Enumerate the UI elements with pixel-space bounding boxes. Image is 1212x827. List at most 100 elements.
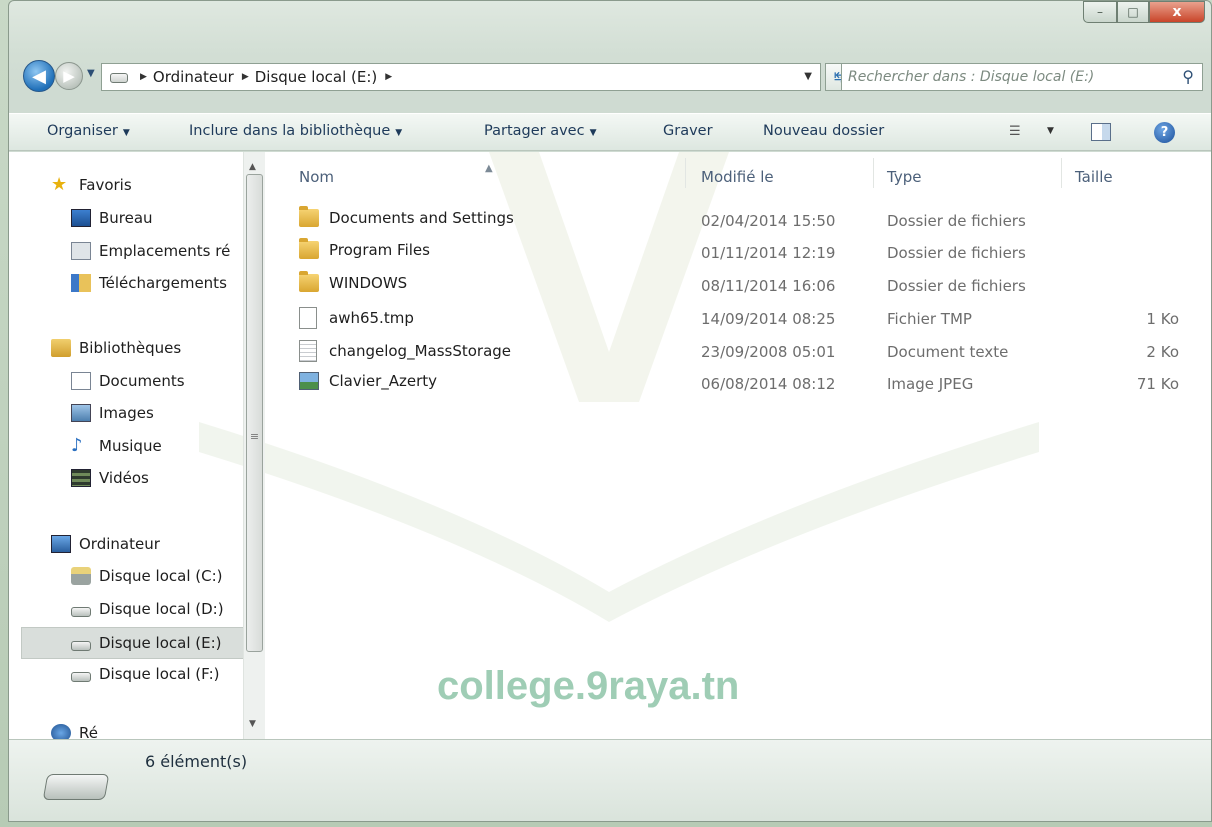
sidebar-item-drive-d[interactable]: Disque local (D:) — [71, 600, 224, 618]
chevron-right-icon[interactable]: ▶ — [385, 72, 392, 82]
drive-icon — [71, 641, 91, 651]
column-divider[interactable] — [685, 158, 686, 188]
share-menu[interactable]: Partager avec ▼ — [484, 123, 597, 139]
sidebar-item-drive-e[interactable]: Disque local (E:) — [21, 627, 243, 659]
sidebar-item-recent-places[interactable]: Emplacements ré — [71, 242, 230, 260]
sidebar-item-favorites[interactable]: ★ Favoris — [51, 176, 132, 195]
drive-icon — [110, 73, 128, 83]
sidebar-item-documents[interactable]: Documents — [71, 372, 185, 390]
maximize-button[interactable]: □ — [1117, 1, 1149, 23]
file-date: 14/09/2014 08:25 — [701, 310, 836, 328]
downloads-folder-icon — [71, 274, 91, 292]
file-date: 06/08/2014 08:12 — [701, 375, 836, 393]
sidebar-item-label: Emplacements ré — [99, 242, 231, 260]
sidebar-item-label: Vidéos — [99, 469, 149, 487]
chevron-down-icon: ▼ — [122, 128, 130, 138]
breadcrumb-drive-e[interactable]: Disque local (E:) — [255, 68, 378, 86]
file-size: 1 Ko — [1146, 310, 1179, 328]
folder-icon — [299, 206, 319, 227]
file-type: Fichier TMP — [887, 310, 972, 328]
folder-icon — [299, 238, 319, 259]
sidebar-item-libraries[interactable]: Bibliothèques — [51, 339, 181, 357]
column-header-name[interactable]: Nom — [299, 168, 334, 186]
organise-label: Organiser — [47, 123, 118, 139]
column-header-type[interactable]: Type — [887, 168, 921, 186]
file-row[interactable]: awh65.tmp 14/09/2014 08:25 Fichier TMP 1… — [299, 302, 1189, 332]
file-row[interactable]: Program Files 01/11/2014 12:19 Dossier d… — [299, 236, 1189, 266]
sidebar-item-videos[interactable]: Vidéos — [71, 469, 149, 487]
sidebar-item-label: Bibliothèques — [79, 339, 182, 357]
drive-icon — [42, 774, 110, 800]
watermark-text: college.9raya.tn — [437, 664, 740, 708]
burn-button[interactable]: Graver — [663, 123, 713, 139]
close-button[interactable]: x — [1149, 1, 1205, 23]
forward-button[interactable]: ▶ — [55, 62, 83, 90]
file-name: Program Files — [329, 241, 430, 259]
file-row[interactable]: Documents and Settings 02/04/2014 15:50 … — [299, 204, 1189, 234]
computer-icon — [51, 535, 71, 553]
navigation-bar: ◀ ▶ ▼ ▶ Ordinateur ▶ Disque local (E:) ▶… — [9, 57, 1211, 97]
videos-icon — [71, 469, 91, 487]
sidebar-item-label: Disque local (D:) — [99, 600, 224, 618]
sidebar-item-drive-f[interactable]: Disque local (F:) — [71, 665, 220, 683]
sidebar-item-images[interactable]: Images — [71, 404, 154, 422]
sidebar-item-desktop[interactable]: Bureau — [71, 209, 153, 227]
item-count: 6 élément(s) — [145, 752, 248, 771]
search-input[interactable]: Rechercher dans : Disque local (E:) ⚲ — [841, 63, 1203, 91]
sidebar-item-label: Ré — [79, 724, 98, 739]
preview-pane-icon[interactable] — [1091, 123, 1111, 141]
sidebar-item-computer[interactable]: Ordinateur — [51, 535, 160, 553]
grip-icon: ≡ — [249, 430, 260, 443]
file-type: Document texte — [887, 343, 1009, 361]
history-dropdown-icon[interactable]: ▼ — [87, 68, 95, 79]
column-divider[interactable] — [873, 158, 874, 188]
column-header-size[interactable]: Taille — [1075, 168, 1113, 186]
address-bar[interactable]: ▶ Ordinateur ▶ Disque local (E:) ▶ ▼ — [101, 63, 821, 91]
content-area: ★ Favoris Bureau Emplacements ré Télécha… — [9, 152, 1211, 739]
sidebar-item-label: Disque local (F:) — [99, 665, 220, 683]
include-library-menu[interactable]: Inclure dans la bibliothèque ▼ — [189, 123, 402, 139]
views-icon[interactable]: ☰ — [1009, 124, 1021, 139]
file-name: awh65.tmp — [329, 309, 414, 327]
share-label: Partager avec — [484, 123, 585, 139]
sidebar-item-drive-c[interactable]: Disque local (C:) — [71, 567, 223, 585]
back-button[interactable]: ◀ — [23, 60, 55, 92]
file-icon — [299, 307, 317, 329]
sidebar-item-label: Disque local (E:) — [99, 634, 222, 652]
breadcrumb-computer[interactable]: Ordinateur — [153, 68, 234, 86]
explorer-window: – □ x ◀ ▶ ▼ ▶ Ordinateur ▶ Disque local … — [8, 0, 1212, 822]
file-row[interactable]: WINDOWS 08/11/2014 16:06 Dossier de fich… — [299, 269, 1189, 299]
recent-places-icon — [71, 242, 91, 260]
file-size: 71 Ko — [1136, 375, 1179, 393]
sidebar-scrollbar[interactable]: ▲ ≡ ▼ — [243, 152, 265, 739]
file-name: WINDOWS — [329, 274, 408, 292]
desktop-icon — [71, 209, 91, 227]
column-header-modified[interactable]: Modifié le — [701, 168, 774, 186]
search-placeholder: Rechercher dans : Disque local (E:) — [848, 69, 1095, 85]
chevron-down-icon[interactable]: ▼ — [1047, 126, 1054, 136]
file-row[interactable]: changelog_MassStorage 23/09/2008 05:01 D… — [299, 335, 1189, 365]
address-dropdown-icon[interactable]: ▼ — [804, 71, 812, 82]
sidebar-item-music[interactable]: ♪ Musique — [71, 437, 162, 456]
image-file-icon — [299, 372, 319, 390]
column-divider[interactable] — [1061, 158, 1062, 188]
sidebar-item-network[interactable]: Ré — [51, 724, 98, 739]
scrollbar-thumb[interactable]: ≡ — [246, 174, 263, 652]
file-type: Dossier de fichiers — [887, 277, 1026, 295]
organise-menu[interactable]: Organiser ▼ — [47, 123, 130, 139]
drive-icon — [71, 607, 91, 617]
search-icon[interactable]: ⚲ — [1182, 67, 1194, 86]
navigation-pane: ★ Favoris Bureau Emplacements ré Télécha… — [17, 152, 243, 739]
help-icon[interactable]: ? — [1154, 122, 1175, 143]
sidebar-item-downloads[interactable]: Téléchargements — [71, 274, 227, 292]
file-row[interactable]: Clavier_Azerty 06/08/2014 08:12 Image JP… — [299, 367, 1189, 397]
new-folder-button[interactable]: Nouveau dossier — [763, 123, 884, 139]
minimize-button[interactable]: – — [1083, 1, 1117, 23]
scroll-down-icon[interactable]: ▼ — [249, 719, 256, 729]
chevron-right-icon[interactable]: ▶ — [140, 72, 147, 82]
scroll-up-icon[interactable]: ▲ — [249, 162, 256, 172]
chevron-right-icon[interactable]: ▶ — [242, 72, 249, 82]
file-type: Dossier de fichiers — [887, 244, 1026, 262]
file-name: Clavier_Azerty — [329, 372, 438, 390]
sidebar-item-label: Documents — [99, 372, 185, 390]
